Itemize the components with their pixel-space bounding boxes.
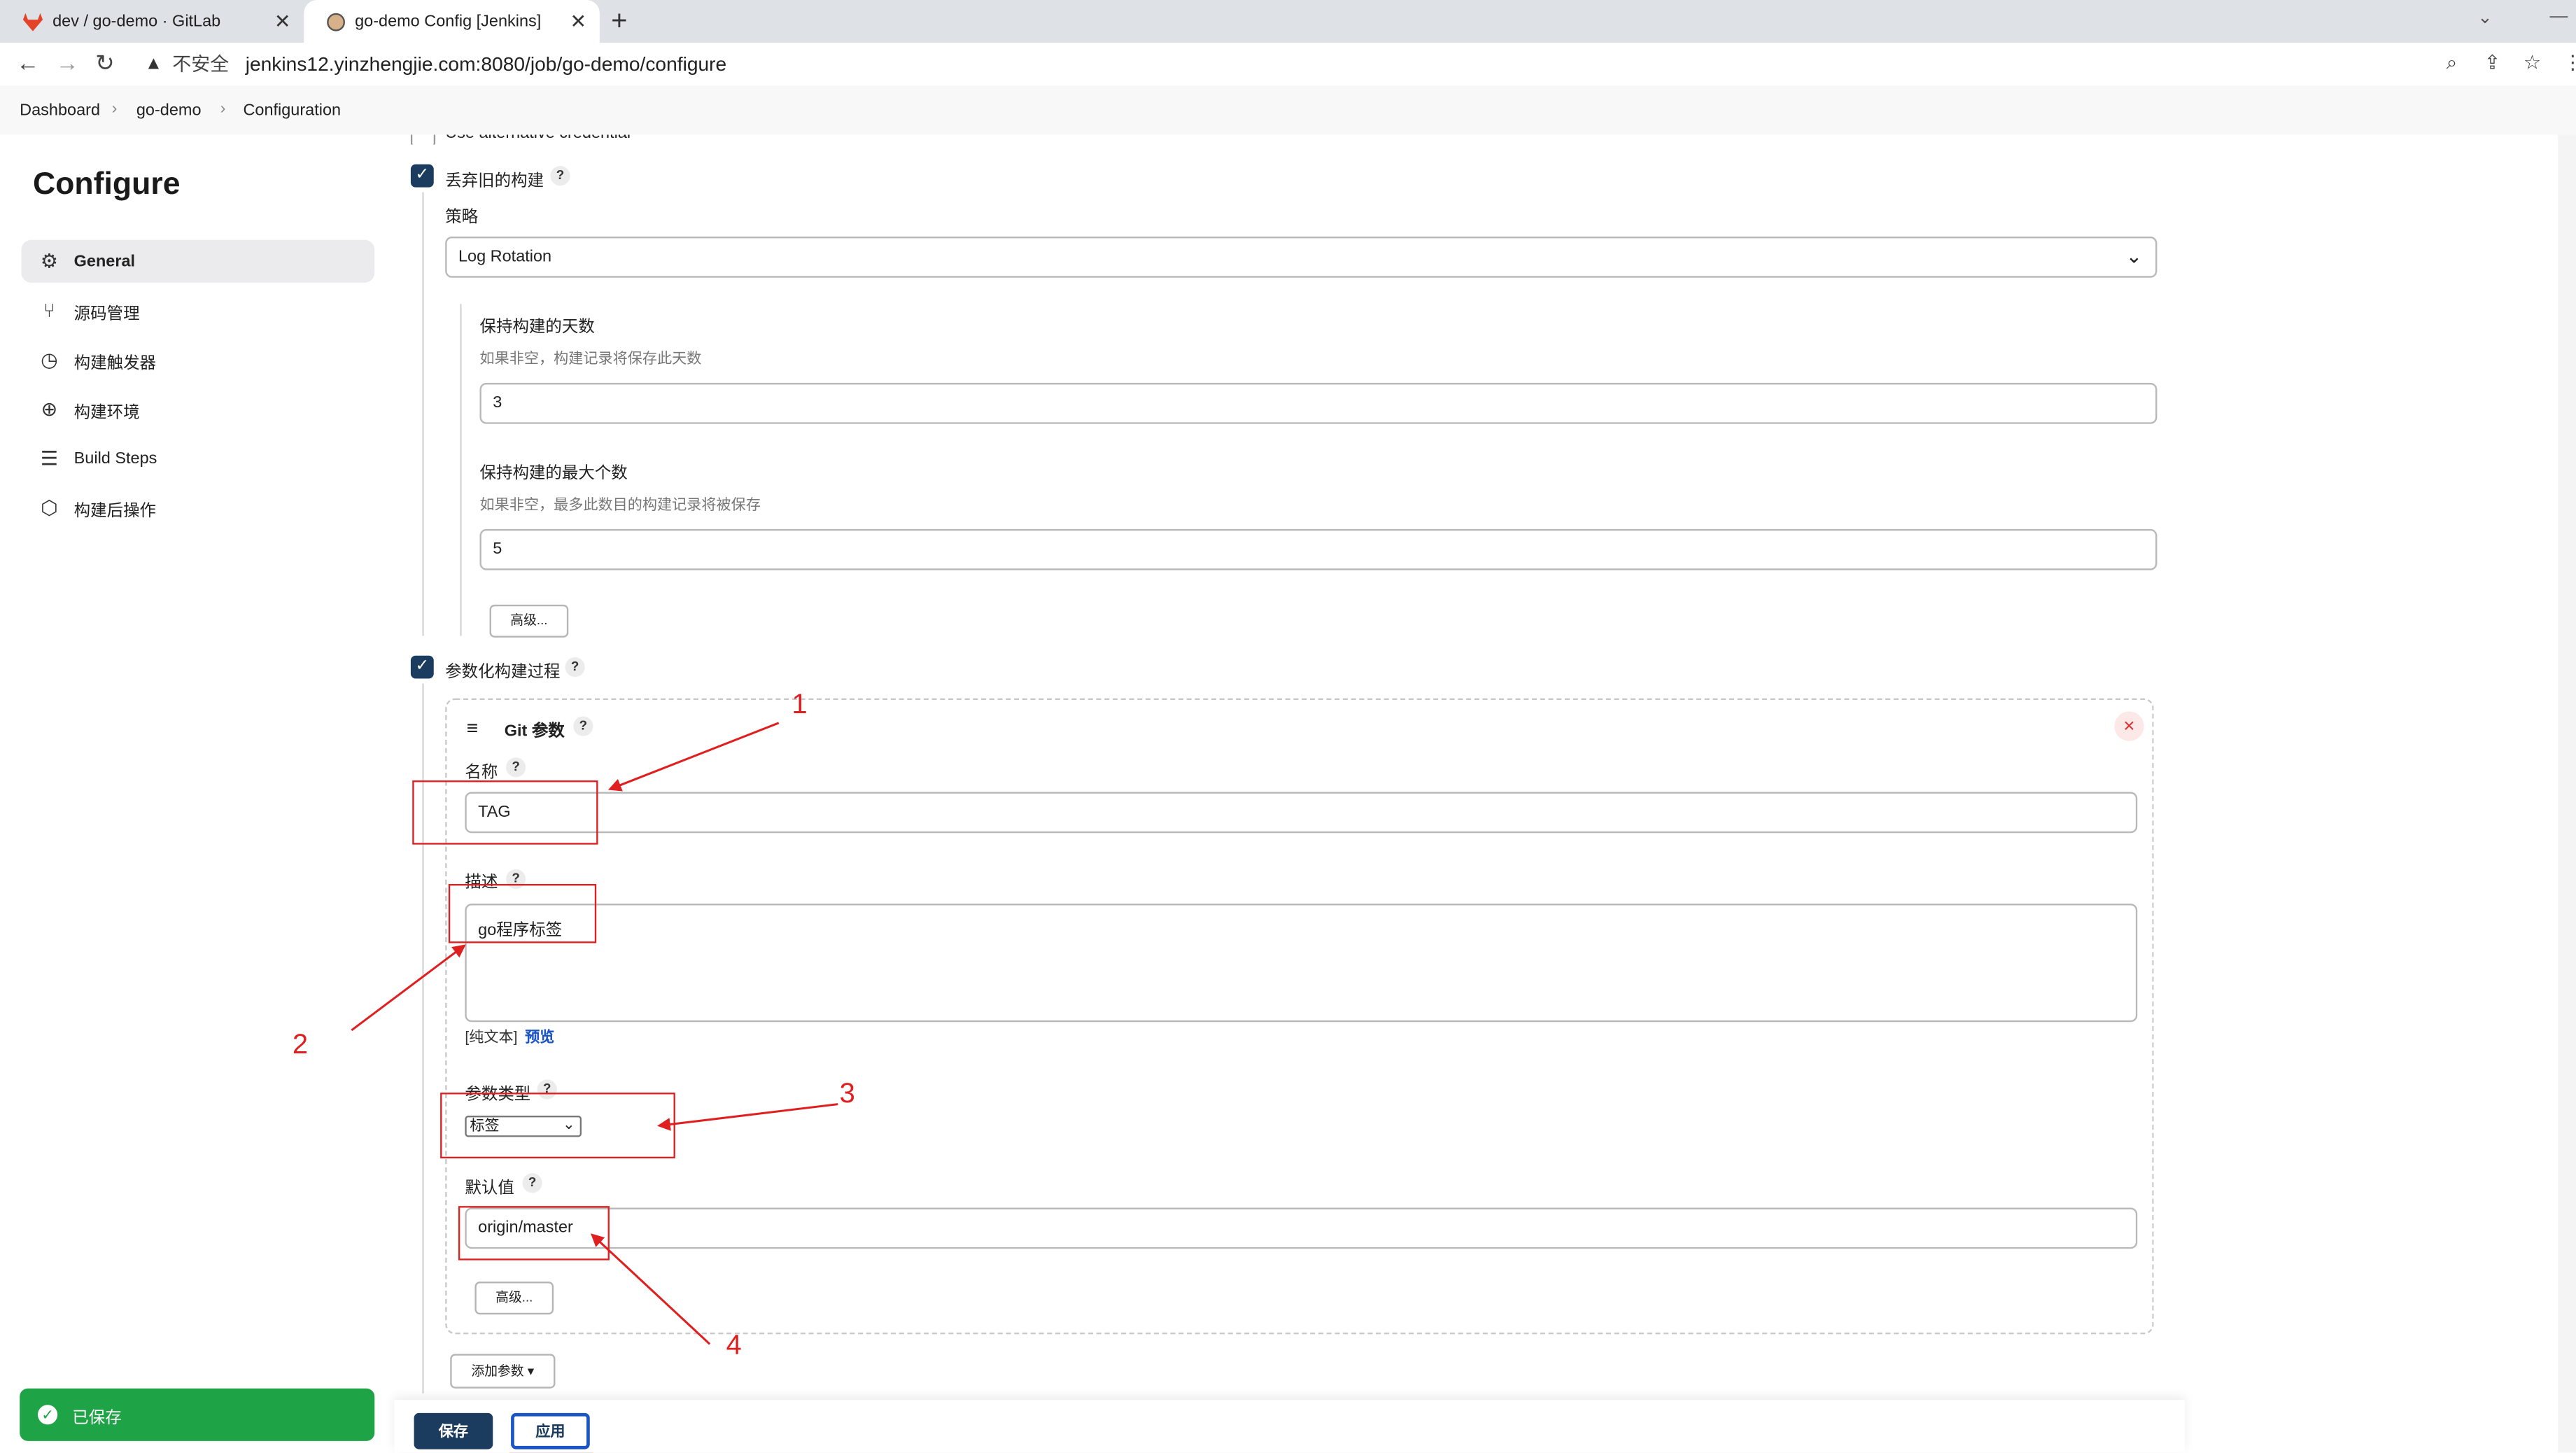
annotation-arrow-2 [351, 944, 466, 1032]
annotation-arrow-4 [591, 1233, 711, 1345]
annotation-number-3: 3 [839, 1078, 855, 1109]
annotation-arrows [351, 722, 847, 1438]
annotation-number-2: 2 [292, 1028, 309, 1060]
annotation-number-1: 1 [791, 688, 808, 720]
bottom-action-bar [394, 1400, 2186, 1453]
saved-notification: ✓ 已保存 [20, 1388, 375, 1441]
save-button[interactable]: 保存 [414, 1412, 493, 1450]
scrollbar[interactable] [2558, 134, 2576, 1453]
saved-text: 已保存 [72, 1409, 122, 1427]
annotation-arrow-1 [607, 722, 780, 792]
annotation-number-4: 4 [726, 1329, 742, 1361]
apply-button[interactable]: 应用 [511, 1412, 590, 1450]
check-icon: ✓ [37, 1405, 58, 1425]
annotation-arrow-3 [657, 1103, 838, 1131]
